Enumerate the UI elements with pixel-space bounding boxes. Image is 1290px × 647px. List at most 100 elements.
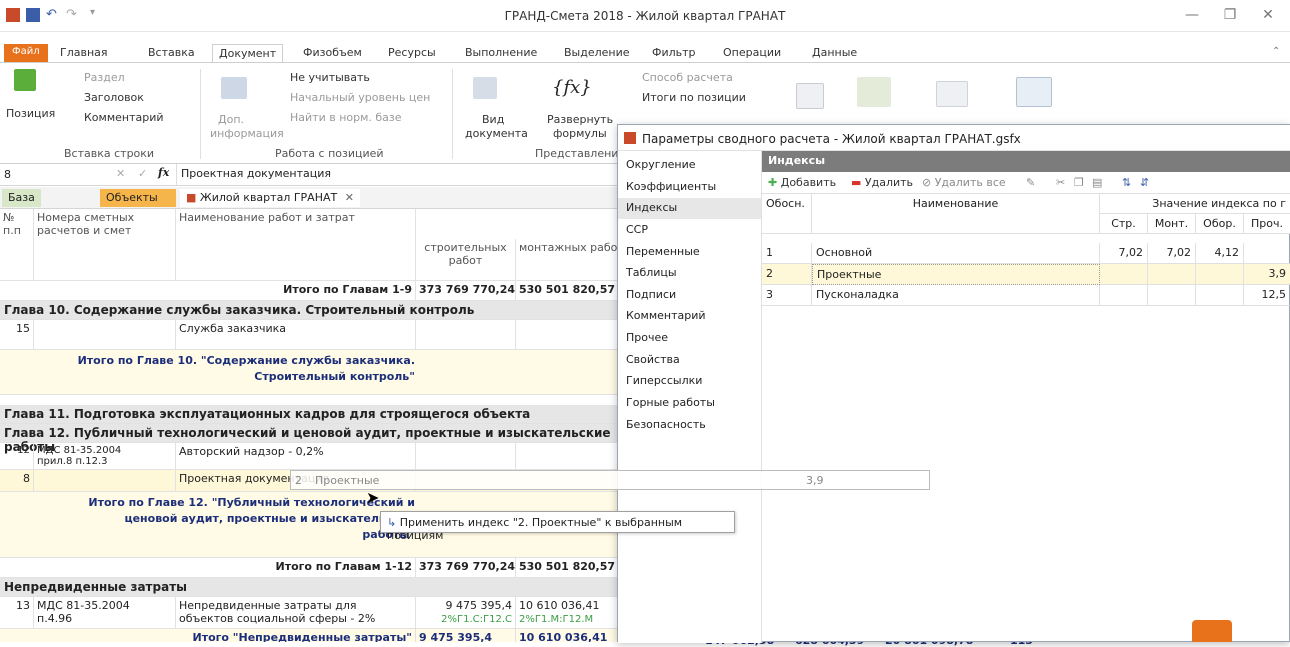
index-proch: 3,9 [1244, 264, 1290, 285]
section-button[interactable]: Раздел [84, 71, 125, 84]
nav-item-tables[interactable]: Таблицы [618, 263, 761, 284]
text-icon[interactable] [936, 81, 968, 107]
chapter-row[interactable]: Непредвиденные затраты [0, 578, 625, 597]
position-button[interactable]: Позиция [6, 107, 55, 120]
delete-all-button[interactable]: ⊘ Удалить все [922, 176, 1006, 189]
total-row[interactable]: Итого по Главе 10. "Содержание службы за… [0, 350, 625, 395]
tab-document[interactable]: Документ [212, 44, 284, 63]
close-tab-icon[interactable]: ✕ [345, 191, 354, 204]
eraser-icon[interactable]: ✎ [1026, 176, 1035, 189]
table-row[interactable]: Итого по Главам 1-9 373 769 770,24 530 5… [0, 281, 625, 301]
ghost-num: 2 [295, 474, 302, 487]
collapse-ribbon-icon[interactable]: ⌃ [1272, 46, 1280, 57]
cell-ref[interactable]: 8 [4, 168, 11, 181]
index-row[interactable]: 1 Основной 7,02 7,02 4,12 [762, 243, 1290, 264]
sort-asc-icon[interactable]: ⇅ [1122, 176, 1131, 189]
total-label: работы" [40, 528, 415, 541]
chapter-row[interactable]: Глава 11. Подготовка эксплуатационных ка… [0, 405, 625, 435]
heading-button[interactable]: Заголовок [84, 91, 144, 104]
calc-method-button[interactable]: Способ расчета [642, 71, 733, 84]
nav-item-hyperlinks[interactable]: Гиперссылки [618, 371, 761, 392]
comment-button[interactable]: Комментарий [84, 111, 164, 124]
nav-item-indices[interactable]: Индексы [618, 198, 761, 219]
nav-item-comment[interactable]: Комментарий [618, 306, 761, 327]
name-line: объектов социальной сферы - 2% [179, 612, 376, 625]
nav-item-other[interactable]: Прочее [618, 328, 761, 349]
tab-home[interactable]: Главная [60, 46, 108, 62]
total-row[interactable]: Итого "Непредвиденные затраты" 9 475 395… [0, 629, 625, 642]
add-label: Добавить [780, 176, 837, 189]
sum-icon[interactable] [796, 83, 824, 109]
header-name: Наименование работ и затрат [176, 209, 416, 280]
nav-item-ssr[interactable]: ССР [618, 220, 761, 241]
apply-arrow-icon: ↳ [387, 516, 397, 529]
index-str: 7,02 [1100, 243, 1148, 264]
tab-operations[interactable]: Операции [723, 46, 781, 62]
col-proch: Проч. [1244, 214, 1290, 234]
tab-insert[interactable]: Вставка [148, 46, 195, 62]
row-value: 10 610 036,41 2%Г1.М:Г12.М [516, 597, 625, 628]
table-row[interactable]: 15 Служба заказчика [0, 320, 625, 350]
extra-info-label-2[interactable]: информация [210, 127, 284, 140]
estimate-grid: № п.п Номера сметных расчетов и смет Наи… [0, 209, 625, 642]
mouse-cursor-icon: ➤ [366, 488, 380, 507]
book-icon[interactable] [1016, 77, 1052, 107]
row-name: Авторский надзор - 0,2% [176, 443, 416, 469]
totals-by-position-button[interactable]: Итоги по позиции [642, 91, 746, 104]
index-row-selected[interactable]: 2 Проектные 3,9 [762, 264, 1290, 285]
tab-current-document[interactable]: ■ Жилой квартал ГРАНАТ ✕ [180, 189, 360, 207]
nav-item-variables[interactable]: Переменные [618, 242, 761, 263]
tab-data[interactable]: Данные [812, 46, 857, 62]
find-norm-button[interactable]: Найти в норм. базе [290, 111, 402, 124]
expand-label-1[interactable]: Развернуть [547, 113, 613, 126]
add-index-button[interactable]: ✚ Добавить [768, 176, 836, 189]
expand-label-2[interactable]: формулы [553, 127, 607, 140]
tab-base[interactable]: База [2, 189, 41, 207]
cut-icon[interactable]: ✂ [1056, 176, 1065, 189]
total-label: Итого по Главам 1-9 [176, 281, 416, 300]
price-level-button[interactable]: Начальный уровень цен [290, 91, 430, 104]
tab-selection[interactable]: Выделение [564, 46, 630, 62]
index-row[interactable]: 3 Пусконаладка 12,5 [762, 285, 1290, 306]
cancel-icon[interactable]: ✕ [116, 167, 125, 180]
nav-item-coefficients[interactable]: Коэффициенты [618, 177, 761, 198]
sort-desc-icon[interactable]: ⇵ [1140, 176, 1149, 189]
index-name: Пусконаладка [812, 285, 1100, 306]
table-row[interactable]: 12 МДС 81-35.2004 прил.8 п.12.3 Авторский… [0, 443, 625, 470]
tab-resources[interactable]: Ресурсы [388, 46, 436, 62]
view-label-2[interactable]: документа [465, 127, 528, 140]
tab-file[interactable]: Файл [4, 44, 48, 62]
ignore-button[interactable]: Не учитывать [290, 71, 370, 84]
nav-item-signatures[interactable]: Подписи [618, 285, 761, 306]
chapter-row[interactable]: Глава 10. Содержание службы заказчика. С… [0, 301, 625, 320]
index-obor: 4,12 [1196, 243, 1244, 264]
formula-input[interactable]: Проектная документация [176, 164, 625, 185]
tab-physvolume[interactable]: Физобъем [303, 46, 362, 62]
close-button[interactable]: ✕ [1250, 4, 1286, 26]
tab-filter[interactable]: Фильтр [652, 46, 696, 62]
formula-line: 2%Г1.С:Г12.С [441, 614, 512, 625]
minimize-button[interactable]: — [1174, 4, 1210, 26]
info-icon [221, 77, 247, 99]
paste-icon[interactable]: ▤ [1092, 176, 1102, 189]
nav-item-rounding[interactable]: Округление [618, 155, 761, 176]
add-position-icon[interactable] [14, 69, 36, 91]
tab-objects[interactable]: Объекты [100, 189, 176, 207]
table-row[interactable]: 13 МДС 81-35.2004 п.4.96 Непредвиденные з… [0, 597, 625, 629]
document-tabs: База Объекты ■ Жилой квартал ГРАНАТ ✕ [0, 187, 625, 209]
formula-line: 2%Г1.М:Г12.М [519, 614, 594, 625]
nav-item-mining[interactable]: Горные работы [618, 393, 761, 414]
nav-item-security[interactable]: Безопасность [618, 415, 761, 436]
nav-item-properties[interactable]: Свойства [618, 350, 761, 371]
chapter-row[interactable]: Глава 12. Публичный технологический и це… [0, 424, 625, 454]
tab-execution[interactable]: Выполнение [465, 46, 537, 62]
index-str [1100, 285, 1148, 306]
view-label-1[interactable]: Вид [482, 113, 504, 126]
parameters-icon[interactable] [857, 77, 891, 107]
confirm-icon[interactable]: ✓ [138, 167, 147, 180]
total-row[interactable]: Итого по Главам 1-12 373 769 770,24 530 … [0, 558, 625, 578]
delete-index-button[interactable]: ▬ Удалить [851, 176, 913, 189]
maximize-button[interactable]: ❐ [1212, 4, 1248, 26]
extra-info-label-1[interactable]: Доп. [218, 113, 244, 126]
copy-icon[interactable]: ❐ [1074, 176, 1084, 189]
